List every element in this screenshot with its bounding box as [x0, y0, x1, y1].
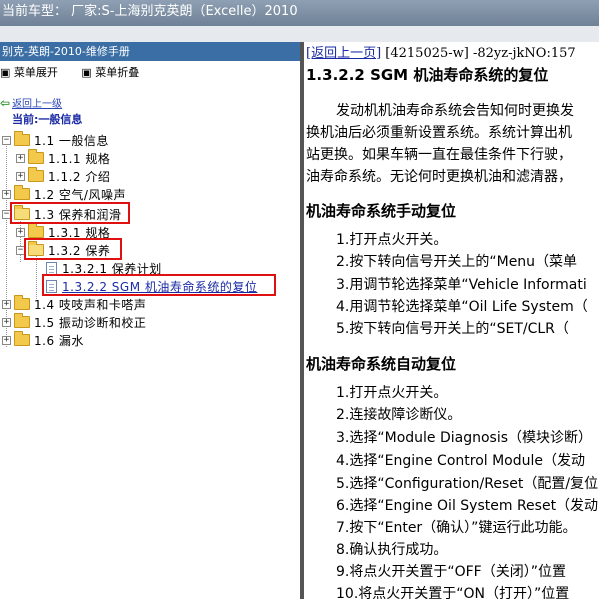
window-title-bar: 当前车型： 厂家:S-上海别克英朗（Excelle）2010	[0, 0, 599, 26]
menu-expand-label: 菜单展开	[13, 66, 58, 79]
auto-step: 8.确认执行成功。	[336, 542, 448, 558]
auto-step: 6.选择“Engine Oil System Reset（发动	[336, 498, 599, 514]
menu-expand-button[interactable]: ▣ 菜单展开	[0, 66, 68, 79]
tree-node-1-1-2[interactable]: + 1.1.2 介绍	[16, 167, 110, 185]
expand-icon[interactable]: +	[2, 189, 11, 199]
toolbar-strip	[0, 26, 599, 42]
auto-step: 3.选择“Module Diagnosis（模块诊断）	[336, 430, 593, 446]
highlight-box	[24, 238, 122, 260]
manual-step: 2.按下转向信号开关上的“Menu（菜单	[336, 254, 578, 270]
intro-line: 站更换。如果车辆一直在最佳条件下行驶，	[306, 147, 572, 163]
manual-step: 1.打开点火开关。	[336, 232, 448, 248]
auto-step: 9.将点火开关置于“OFF（关闭）”位置	[336, 564, 566, 580]
manual-title: 别克-英朗-2010-维修手册	[0, 42, 300, 61]
expand-icon[interactable]: +	[16, 153, 25, 163]
tree-node-1-1[interactable]: − 1.1 一般信息	[2, 131, 109, 149]
vehicle-title: 当前车型： 厂家:S-上海别克英朗（Excelle）2010	[2, 4, 298, 19]
manual-step: 4.用调节轮选择菜单“Oil Life System（	[336, 299, 588, 315]
auto-step: 1.打开点火开关。	[336, 385, 448, 401]
current-location: 当前:一般信息	[12, 113, 83, 126]
tree-node-1-2[interactable]: + 1.2 空气/风噪声	[2, 185, 126, 203]
expand-icon[interactable]: +	[2, 317, 11, 327]
auto-reset-heading: 机油寿命系统自动复位	[306, 355, 457, 373]
folder-icon	[28, 149, 44, 164]
back-page-link[interactable]: [返回上一页]	[306, 46, 381, 61]
tree-node-label: 1.6 漏水	[34, 333, 84, 348]
tree-node-1-5[interactable]: + 1.5 振动诊断和校正	[2, 313, 146, 331]
expand-icon[interactable]: +	[2, 299, 11, 309]
intro-line: 油寿命系统。无论何时更换机油和滤清器，	[306, 169, 572, 185]
folder-icon	[28, 223, 44, 238]
tree-guide-line	[36, 254, 37, 299]
back-up-link[interactable]: ⇦ 返回上一级	[0, 95, 62, 110]
manual-step: 5.按下转向信号开关上的“SET/CLR（	[336, 321, 569, 337]
content-panel: [返回上一页] [4215025-w] -82yz-jkNO:157 1.3.2…	[304, 42, 599, 599]
navigation-panel: 别克-英朗-2010-维修手册 ▣ 菜单展开 ▣ 菜单折叠 ⇦ 返回上一级 当前:…	[0, 42, 300, 599]
content-title: 1.3.2.2 SGM 机油寿命系统的复位	[306, 66, 549, 84]
folder-icon	[14, 331, 30, 346]
tree-node-label: 1.1.2 介绍	[48, 169, 111, 184]
auto-step: 7.按下“Enter（确认）”键运行此功能。	[336, 520, 577, 536]
tree-node-label: 1.1 一般信息	[34, 133, 109, 148]
intro-line: 发动机机油寿命系统会告知何时更换发	[336, 103, 574, 119]
back-up-label: 返回上一级	[12, 99, 63, 110]
tree-node-label: 1.4 吱吱声和卡嗒声	[34, 297, 147, 312]
auto-step: 10.将点火开关置于“ON（打开）”位置	[336, 586, 570, 599]
highlight-box	[42, 274, 276, 296]
menu-collapse-label: 菜单折叠	[95, 66, 140, 79]
folder-icon	[14, 185, 30, 200]
folder-icon	[14, 295, 30, 310]
auto-step: 2.连接故障诊断仪。	[336, 407, 462, 423]
manual-step: 3.用调节轮选择菜单“Vehicle Informati	[336, 277, 587, 293]
manual-reset-heading: 机油寿命系统手动复位	[306, 202, 457, 220]
content-header: [返回上一页] [4215025-w] -82yz-jkNO:157	[306, 42, 576, 61]
tree-toolbar: ▣ 菜单展开 ▣ 菜单折叠	[0, 61, 300, 87]
tree-node-label: 1.5 振动诊断和校正	[34, 315, 147, 330]
auto-step: 5.选择“Configuration/Reset（配置/复位	[336, 476, 599, 492]
tree-node-label: 1.1.1 规格	[48, 151, 111, 166]
folder-icon	[14, 131, 30, 146]
tree-node-1-1-1[interactable]: + 1.1.1 规格	[16, 149, 110, 167]
auto-step: 4.选择“Engine Control Module（发动	[336, 453, 586, 469]
menu-collapse-button[interactable]: ▣ 菜单折叠	[81, 66, 149, 79]
document-id: [4215025-w] -82yz-jkNO:157	[385, 46, 576, 61]
intro-line: 换机油后必须重新设置系统。系统计算出机	[306, 125, 572, 141]
tree-node-1-4[interactable]: + 1.4 吱吱声和卡嗒声	[2, 295, 146, 313]
expand-icon[interactable]: +	[2, 335, 11, 345]
back-arrow-icon: ⇦	[0, 96, 11, 110]
expand-icon[interactable]: +	[16, 171, 25, 181]
folder-icon	[28, 167, 44, 182]
tree-node-1-6[interactable]: + 1.6 漏水	[2, 331, 84, 349]
folder-icon	[14, 313, 30, 328]
document-icon	[46, 261, 57, 275]
expand-icon[interactable]: +	[16, 227, 25, 237]
highlight-box	[10, 202, 130, 224]
tree-node-label: 1.2 空气/风噪声	[34, 187, 126, 202]
collapse-icon[interactable]: −	[2, 135, 11, 145]
